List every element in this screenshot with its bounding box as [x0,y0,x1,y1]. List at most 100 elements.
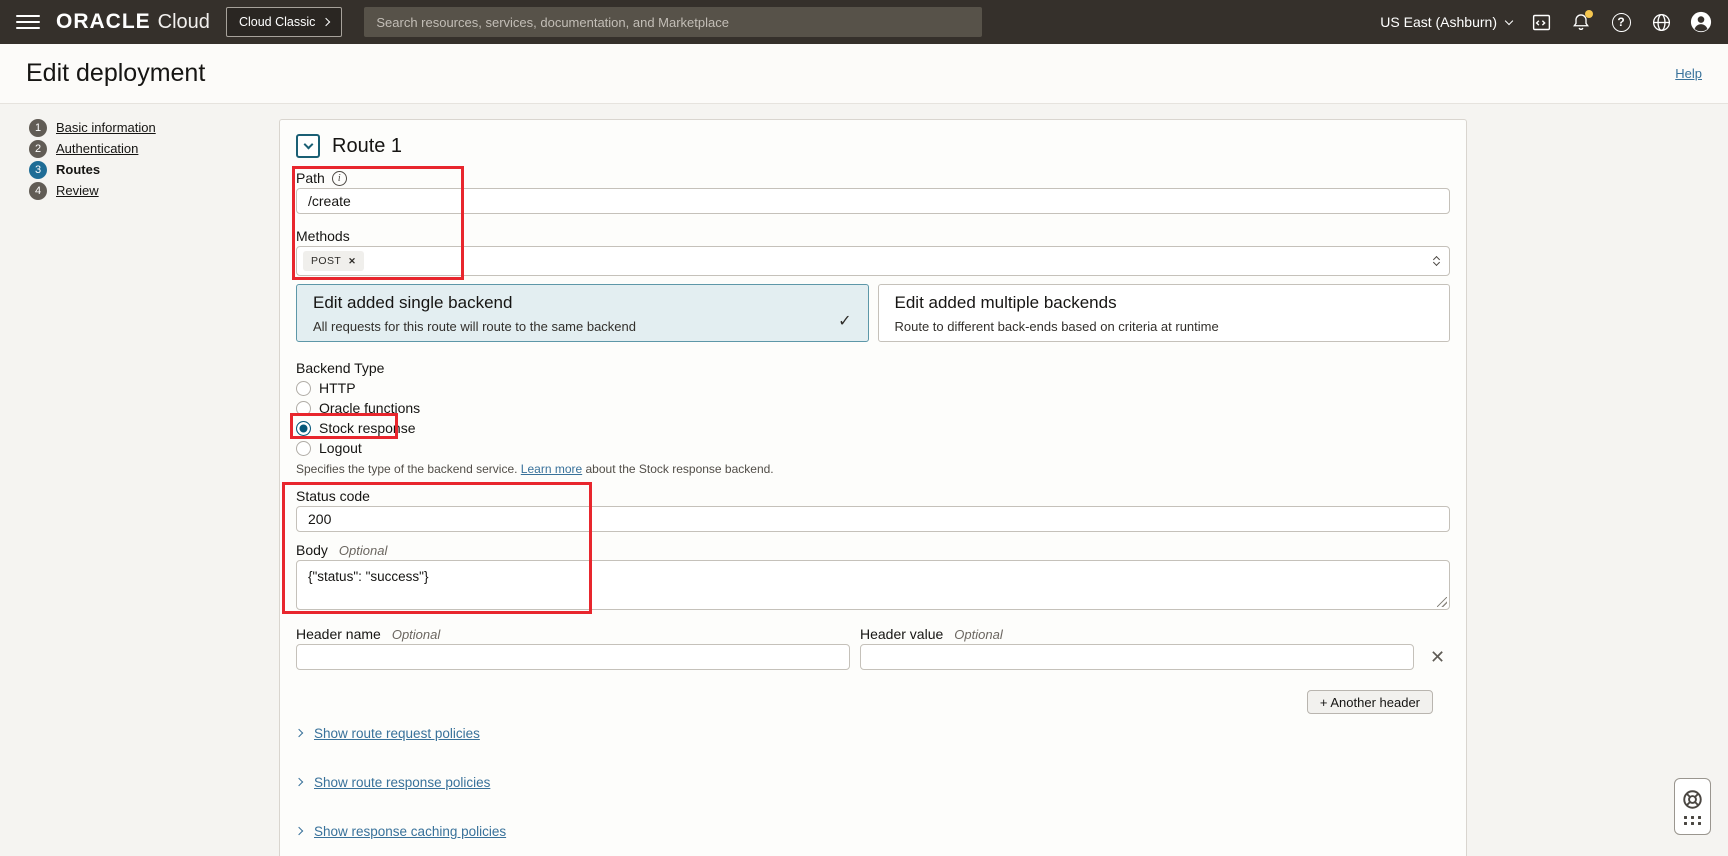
topbar: ORACLE Cloud Cloud Classic US East (Ashb… [0,0,1728,44]
notifications-bell-icon[interactable] [1570,11,1592,33]
route-panel: Route 1 Path Methods POST [279,119,1467,856]
helper-prefix: Specifies the type of the backend servic… [296,462,521,476]
radio-http[interactable]: HTTP [296,378,356,398]
header-value-input[interactable] [860,644,1414,670]
search-bar [364,7,982,37]
oracle-cloud-logo[interactable]: ORACLE Cloud [56,10,210,34]
route-header: Route 1 [296,134,1450,158]
radio-label: Logout [319,440,362,456]
radio-icon-selected[interactable] [296,421,311,436]
help-icon[interactable] [1610,11,1632,33]
chevron-right-icon[interactable] [295,778,303,786]
radio-oracle-functions[interactable]: Oracle functions [296,398,420,418]
stock-response-fields: Status code Body Optional {"status": "su… [296,488,1450,610]
radio-icon[interactable] [296,381,311,396]
optional-tag: Optional [339,543,387,558]
card-description: Route to different back-ends based on cr… [895,319,1434,334]
search-input[interactable] [364,7,982,37]
cloud-classic-label: Cloud Classic [239,15,315,29]
brand-cloud: Cloud [158,11,210,34]
card-multiple-backends[interactable]: Edit added multiple backends Route to di… [878,284,1451,342]
body-label: Body [296,542,328,558]
show-route-response-policies-link[interactable]: Show route response policies [314,775,490,790]
profile-avatar[interactable] [1690,11,1712,33]
header-name-input[interactable] [296,644,850,670]
chevron-right-icon [322,18,330,26]
another-header-row: + Another header [296,690,1450,714]
status-code-input[interactable] [296,506,1450,532]
step-routes: 3 Routes [29,159,156,180]
route-request-policies-row: Show route request policies [296,724,1450,742]
cloud-shell-icon[interactable] [1530,11,1552,33]
body-field: {"status": "success"} [296,560,1450,610]
helper-suffix: about the Stock response backend. [582,462,773,476]
path-input[interactable] [296,188,1450,214]
card-single-backend[interactable]: Edit added single backend All requests f… [296,284,869,342]
path-methods-group: Path Methods POST [296,170,1450,276]
methods-label: Methods [296,228,1450,244]
body-textarea[interactable]: {"status": "success"} [297,561,1449,609]
radio-icon[interactable] [296,441,311,456]
wizard-steps: 1 Basic information 2 Authentication 3 R… [29,117,156,201]
resize-handle[interactable] [1437,597,1447,607]
collapse-route-button[interactable] [296,134,320,158]
region-label: US East (Ashburn) [1380,14,1497,30]
radio-stock-response[interactable]: Stock response [296,418,416,438]
radio-logout[interactable]: Logout [296,438,362,458]
cloud-classic-button[interactable]: Cloud Classic [226,7,342,37]
step-label[interactable]: Basic information [56,120,156,135]
another-header-button[interactable]: + Another header [1307,690,1433,714]
radio-label: HTTP [319,380,356,396]
method-chip-post: POST [303,251,364,271]
select-stepper-icon [1434,257,1439,265]
step-number: 4 [29,182,47,200]
route-response-policies-row: Show route response policies [296,773,1450,791]
radio-label: Oracle functions [319,400,420,416]
show-response-caching-policies-link[interactable]: Show response caching policies [314,824,506,839]
notification-dot [1585,10,1593,18]
step-label[interactable]: Authentication [56,141,138,156]
route-title: Route 1 [332,135,402,158]
header-value-col: Header value Optional [860,626,1414,670]
menu-icon[interactable] [16,15,40,29]
step-label[interactable]: Review [56,183,99,198]
response-caching-policies-row: Show response caching policies [296,822,1450,840]
radio-label: Stock response [319,420,416,436]
optional-tag: Optional [392,627,440,642]
header-fields-row: Header name Optional Header value Option… [296,626,1450,670]
help-link[interactable]: Help [1675,66,1702,81]
remove-method-icon[interactable] [348,256,356,267]
step-authentication[interactable]: 2 Authentication [29,138,156,159]
checkmark-icon [838,311,851,331]
backend-cards: Edit added single backend All requests f… [296,284,1450,342]
content-area: 1 Basic information 2 Authentication 3 R… [0,104,1728,856]
backend-helper-text: Specifies the type of the backend servic… [296,462,1450,476]
methods-select[interactable]: POST [296,246,1450,276]
brand-oracle: ORACLE [56,10,151,34]
optional-tag: Optional [954,627,1002,642]
path-label: Path [296,170,325,186]
step-basic-information[interactable]: 1 Basic information [29,117,156,138]
learn-more-link[interactable]: Learn more [521,462,582,476]
show-route-request-policies-link[interactable]: Show route request policies [314,726,480,741]
status-code-label: Status code [296,488,1450,504]
step-review[interactable]: 4 Review [29,180,156,201]
info-icon[interactable] [332,171,347,186]
drag-dots-icon [1684,816,1701,825]
chevron-right-icon[interactable] [295,827,303,835]
remove-header-icon[interactable] [1430,644,1445,670]
language-globe-icon[interactable] [1650,11,1672,33]
support-widget[interactable] [1674,778,1711,835]
card-description: All requests for this route will route t… [313,319,852,334]
header-value-label: Header value [860,626,943,642]
backend-type-section: Backend Type HTTP Oracle functions Stock… [296,360,1450,458]
method-chip-label: POST [311,255,341,267]
page-header: Edit deployment Help [0,44,1728,104]
radio-icon[interactable] [296,401,311,416]
chevron-down-icon [303,140,313,150]
body-label-row: Body Optional [296,542,1450,558]
chevron-right-icon[interactable] [295,729,303,737]
header-value-label-row: Header value Optional [860,626,1414,642]
region-selector[interactable]: US East (Ashburn) [1380,14,1512,30]
header-name-col: Header name Optional [296,626,850,670]
